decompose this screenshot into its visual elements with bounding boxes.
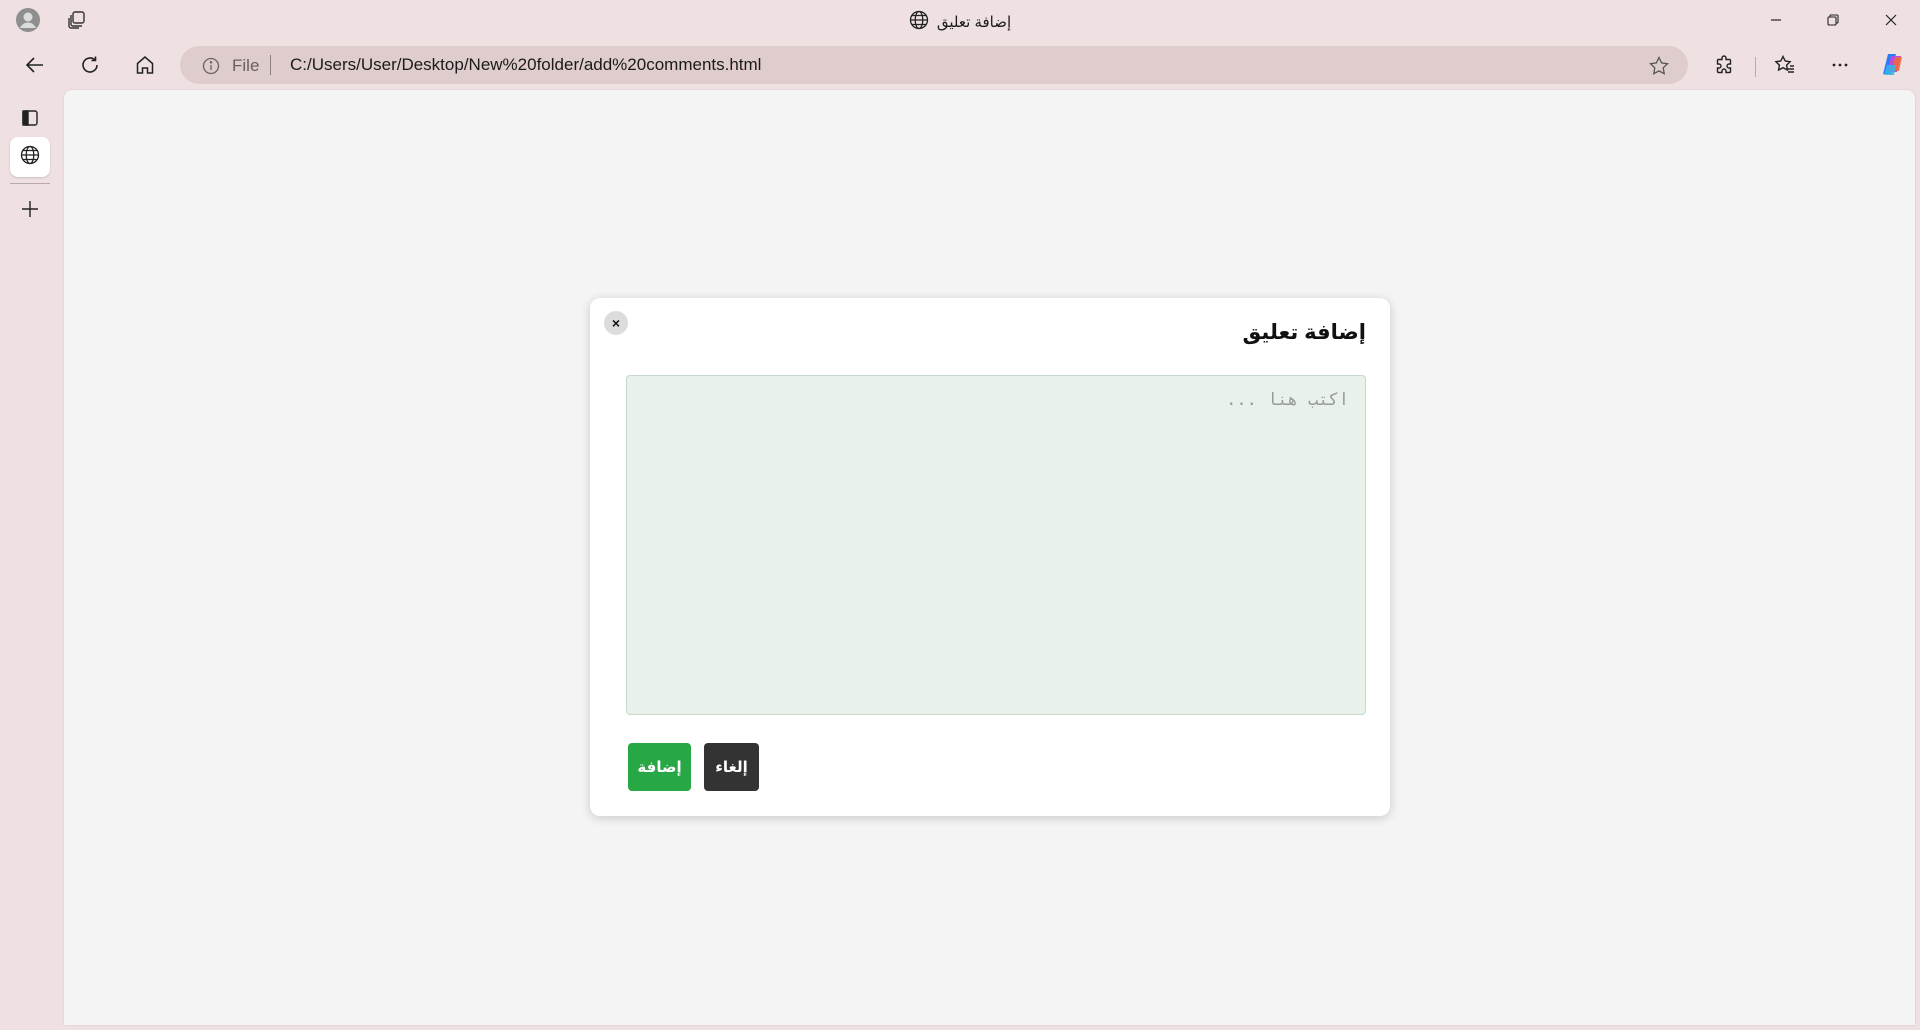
close-window-button[interactable] bbox=[1863, 0, 1919, 40]
address-bar[interactable]: File C:/Users/User/Desktop/New%20folder/… bbox=[180, 46, 1688, 84]
address-divider bbox=[270, 55, 271, 75]
home-button[interactable] bbox=[125, 46, 165, 84]
copilot-icon[interactable] bbox=[1873, 46, 1913, 84]
add-comment-button[interactable]: إضافة bbox=[628, 743, 691, 791]
globe-icon bbox=[909, 10, 929, 34]
more-options-icon[interactable] bbox=[1820, 46, 1860, 84]
favorite-star-icon[interactable] bbox=[1648, 55, 1670, 82]
vertical-tabs-icon[interactable] bbox=[10, 98, 50, 138]
address-scheme-label: File bbox=[232, 56, 260, 75]
extensions-icon[interactable] bbox=[1705, 46, 1745, 84]
cancel-button[interactable]: إلغاء bbox=[704, 743, 759, 791]
comment-textarea[interactable] bbox=[626, 375, 1366, 715]
add-comment-modal: × إضافة تعليق إضافة إلغاء bbox=[590, 298, 1390, 816]
favorites-icon[interactable] bbox=[1765, 46, 1805, 84]
vertical-tabs-sidebar bbox=[0, 90, 60, 1030]
restore-button[interactable] bbox=[1805, 0, 1861, 40]
address-url[interactable]: C:/Users/User/Desktop/New%20folder/add%2… bbox=[290, 55, 761, 75]
sidebar-divider bbox=[10, 183, 50, 184]
globe-icon bbox=[20, 145, 40, 170]
refresh-button[interactable] bbox=[70, 46, 110, 84]
window-title-text: إضافة تعليق bbox=[936, 14, 1012, 31]
site-info-icon[interactable] bbox=[202, 57, 220, 80]
toolbar-divider bbox=[1755, 57, 1756, 77]
modal-title: إضافة تعليق bbox=[1242, 321, 1366, 344]
close-modal-button[interactable]: × bbox=[604, 311, 628, 335]
back-button[interactable] bbox=[15, 46, 55, 84]
page-viewport: × إضافة تعليق إضافة إلغاء bbox=[64, 90, 1915, 1025]
title-bar: إضافة تعليق bbox=[0, 0, 1920, 40]
minimize-button[interactable] bbox=[1748, 0, 1804, 40]
new-tab-icon[interactable] bbox=[10, 189, 50, 229]
window-title: إضافة تعليق bbox=[0, 10, 1920, 34]
tab-current-page[interactable] bbox=[10, 137, 50, 177]
navigation-bar: File C:/Users/User/Desktop/New%20folder/… bbox=[0, 44, 1920, 86]
